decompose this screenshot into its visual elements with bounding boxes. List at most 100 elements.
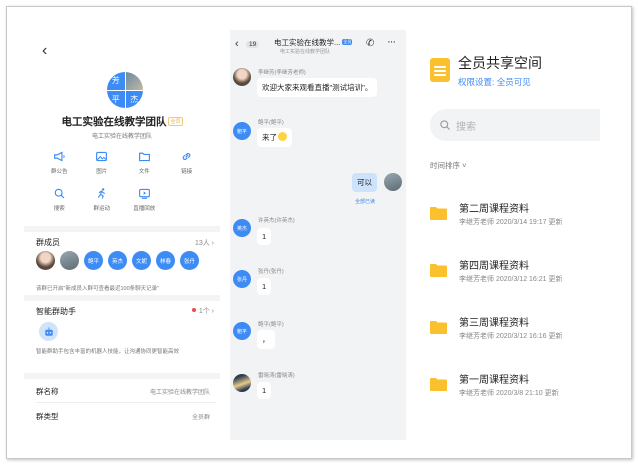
sender-avatar[interactable]: 英杰 xyxy=(233,219,251,237)
sender-avatar[interactable]: 鲍平 xyxy=(233,122,251,140)
action-label: 图片 xyxy=(96,169,108,175)
file-name: 第一周课程资料 xyxy=(459,375,529,386)
group-actions: 群公告 图片 文件 链接 搜索 群运动 直播回放 xyxy=(38,150,208,212)
megaphone-icon xyxy=(53,151,65,162)
section-separator xyxy=(24,295,220,301)
message-bubble[interactable]: ， xyxy=(257,330,275,349)
message-bubble[interactable]: 1 xyxy=(257,228,272,245)
group-type-label: 群类型 xyxy=(36,412,59,421)
avatar-cell: 杰 xyxy=(125,90,143,108)
group-name-value[interactable]: 电工实验在线教学团队 xyxy=(150,387,210,396)
permission-link[interactable]: 权限设置: 全员可见 xyxy=(458,76,531,88)
search-icon xyxy=(54,188,65,199)
sort-dropdown[interactable]: 时间排序 ˅ xyxy=(430,160,466,171)
assistant-count-link[interactable]: 1个 › xyxy=(191,306,214,316)
avatar-cell: 平 xyxy=(107,90,125,108)
member-avatar[interactable]: 鲍平 xyxy=(84,251,103,270)
sender-avatar[interactable] xyxy=(233,374,251,392)
search-icon xyxy=(440,120,450,130)
smiley-emoji-icon xyxy=(278,132,287,141)
sender-name: 李继芳(李继芳老师) xyxy=(258,70,306,76)
chat-title-text: 电工实验在线教学... xyxy=(274,38,341,47)
action-label: 群公告 xyxy=(50,169,68,175)
robot-icon xyxy=(44,327,53,336)
action-links[interactable]: 链接 xyxy=(166,150,209,175)
group-name-text: 电工实验在线教学团队 xyxy=(61,116,167,128)
chat-subtitle: 电工实验在线教学团队 xyxy=(280,49,331,55)
sender-name: 鲍平(鲍平) xyxy=(258,322,284,328)
group-tag: 全员 xyxy=(168,117,183,126)
members-title: 群成员 xyxy=(36,238,60,247)
folder-icon xyxy=(430,207,447,220)
my-message-bubble[interactable]: 可以 xyxy=(352,173,377,192)
member-avatar[interactable]: 张丹 xyxy=(180,251,199,270)
read-status[interactable]: 全部已读 xyxy=(355,198,375,205)
sender-name: 鲍平(鲍平) xyxy=(258,120,284,126)
member-avatar[interactable] xyxy=(36,251,55,270)
search-placeholder: 搜索 xyxy=(456,122,476,133)
message-bubble[interactable]: 1 xyxy=(257,278,272,295)
my-avatar[interactable] xyxy=(384,173,402,191)
member-avatar[interactable] xyxy=(60,251,79,270)
section-separator xyxy=(24,226,220,232)
file-item[interactable]: 第四周课程资料 李继芳老师 2020/3/12 16:21 更新 xyxy=(430,257,600,287)
file-meta: 李继芳老师 2020/3/12 16:21 更新 xyxy=(459,276,563,283)
action-search[interactable]: 搜索 xyxy=(38,187,81,212)
more-icon[interactable]: ··· xyxy=(387,36,396,48)
section-separator xyxy=(24,373,220,379)
action-files[interactable]: 文件 xyxy=(123,150,166,175)
message-text: 来了 xyxy=(262,133,277,142)
chat-header: ‹ 19 电工实验在线教学... 全员 电工实验在线教学团队 ✆ ··· xyxy=(230,30,406,56)
history-notice: 该群已开启"新成员入群可查看最近100条聊天记录" xyxy=(36,286,160,292)
group-subtitle: 电工实验在线教学团队 xyxy=(91,134,152,140)
sender-name: 雷晓涛(雷晓涛) xyxy=(258,373,295,379)
folder-icon xyxy=(138,152,150,162)
phone-icon[interactable]: ✆ xyxy=(366,38,374,49)
assistant-title: 智能群助手 xyxy=(36,307,76,316)
sender-avatar[interactable]: 鲍平 xyxy=(233,322,251,340)
message-bubble[interactable]: 欢迎大家来观看直播"测试培训"。 xyxy=(257,78,378,97)
divider xyxy=(36,402,216,403)
link-icon xyxy=(182,153,191,160)
search-input[interactable]: 搜索 xyxy=(430,109,600,141)
group-type-value[interactable]: 全员群 xyxy=(192,412,210,421)
file-meta: 李继芳老师 2020/3/8 21:10 更新 xyxy=(459,390,559,397)
action-images[interactable]: 图片 xyxy=(81,150,124,175)
image-icon xyxy=(96,151,108,162)
chat-title[interactable]: 电工实验在线教学... 全员 xyxy=(274,37,353,48)
message-bubble[interactable]: 来了 xyxy=(257,128,292,147)
run-icon xyxy=(98,188,106,199)
member-avatar[interactable]: 文妮 xyxy=(132,251,151,270)
chat-panel: ‹ 19 电工实验在线教学... 全员 电工实验在线教学团队 ✆ ··· 李继芳… xyxy=(230,30,406,440)
members-count-link[interactable]: 13人 › xyxy=(195,238,214,248)
action-sport[interactable]: 群运动 xyxy=(81,187,124,212)
robot-avatar[interactable] xyxy=(39,322,58,341)
folder-icon xyxy=(430,321,447,334)
red-dot-icon xyxy=(191,308,196,312)
member-avatar[interactable]: 英杰 xyxy=(108,251,127,270)
file-item[interactable]: 第三周课程资料 李继芳老师 2020/3/12 16:16 更新 xyxy=(430,314,600,344)
action-announcement[interactable]: 群公告 xyxy=(38,150,81,175)
file-name: 第三周课程资料 xyxy=(459,318,529,329)
action-label: 搜索 xyxy=(53,206,65,212)
file-item[interactable]: 第二周课程资料 李继芳老师 2020/3/14 19:17 更新 xyxy=(430,200,600,230)
shared-space-panel: 全员共享空间 权限设置: 全员可见 搜索 时间排序 ˅ 第二周课程资料 李继芳老… xyxy=(420,30,600,440)
file-meta: 李继芳老师 2020/3/14 19:17 更新 xyxy=(459,219,563,226)
sender-avatar[interactable] xyxy=(233,68,251,86)
file-name: 第四周课程资料 xyxy=(459,261,529,272)
group-info-panel: ‹ 芳 平 杰 电工实验在线教学团队 全员 电工实验在线教学团队 群公告 图片 文… xyxy=(24,30,220,440)
folder-icon xyxy=(430,378,447,391)
message-bubble[interactable]: 1 xyxy=(257,382,272,399)
member-list: 鲍平 英杰 文妮 林春 张丹 xyxy=(36,251,199,270)
action-live-replay[interactable]: 直播回放 xyxy=(123,187,166,212)
unread-count-badge: 19 xyxy=(246,41,260,48)
sender-avatar[interactable]: 张丹 xyxy=(233,270,251,288)
file-item[interactable]: 第一周课程资料 李继芳老师 2020/3/8 21:10 更新 xyxy=(430,371,600,401)
back-button[interactable]: ‹ xyxy=(42,42,47,60)
action-label: 直播回放 xyxy=(133,206,156,212)
member-avatar[interactable]: 林春 xyxy=(156,251,175,270)
assistant-count: 1个 › xyxy=(198,308,214,315)
chat-title-badge: 全员 xyxy=(342,39,353,45)
chat-back-button[interactable]: ‹ xyxy=(235,38,239,50)
folder-icon xyxy=(430,264,447,277)
